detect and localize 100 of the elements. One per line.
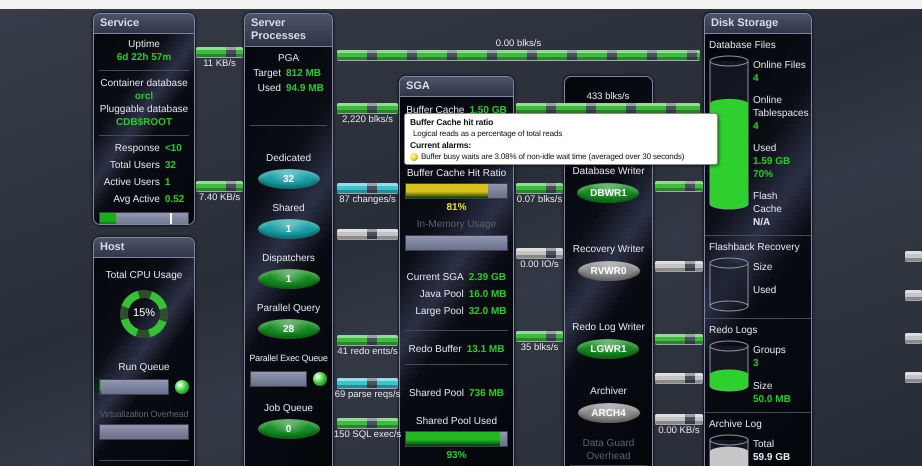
process-label: Archiver xyxy=(590,385,627,398)
process-label: Shared xyxy=(272,202,305,215)
run-queue-label: Run Queue xyxy=(118,361,170,374)
cpu-label: Total CPU Usage xyxy=(106,269,182,282)
process-label: Parallel Exec Queue xyxy=(249,352,328,365)
buffer-cache-label: Buffer Cache xyxy=(406,104,464,117)
flow-rate-label: 0.00 blks/s xyxy=(496,38,542,50)
pga-stat-label: Used xyxy=(256,82,281,95)
panel-title: SGA xyxy=(400,77,513,97)
storage-stat-label: Flash Cache xyxy=(753,190,783,216)
process-label: Dedicated xyxy=(266,152,312,165)
usage-bar xyxy=(250,371,307,387)
pool-value: 2.39 GB xyxy=(468,271,507,284)
flow-rate-label: 0.00 IO/s xyxy=(520,259,559,271)
stat-value: 0.52 xyxy=(164,193,184,206)
pool-value: 32.0 MB xyxy=(468,305,507,318)
process-count-indicator: 0 xyxy=(258,419,320,439)
uptime-label: Uptime xyxy=(128,38,160,51)
cpu-usage-value: 15% xyxy=(132,307,156,319)
process-count-indicator: 32 xyxy=(258,169,320,189)
redo-buffer-label: Redo Buffer xyxy=(408,343,462,356)
flow-rate-label: 11 KB/s xyxy=(203,58,236,70)
cpu-gauge-drawing xyxy=(118,288,170,340)
flow-rate-label: 87 changes/s xyxy=(339,194,396,206)
process-label: Job Queue xyxy=(264,402,313,415)
process-count-indicator: 1 xyxy=(258,219,320,239)
process-count-indicator: 28 xyxy=(258,319,320,339)
storage-stat-value: 4 xyxy=(753,72,760,85)
shared-pool-used-value: 93% xyxy=(446,449,466,462)
storage-section-title: Flashback Recovery xyxy=(709,241,801,254)
pool-label: Current SGA xyxy=(406,271,464,284)
panel-title: Disk Storage xyxy=(705,14,811,34)
storage-stat-label: Used xyxy=(753,142,778,155)
storage-stat-value: N/A xyxy=(753,216,772,229)
stat-value: <10 xyxy=(164,142,183,155)
pga-stat-label: Target xyxy=(253,67,281,80)
storage-stat-label: Online Files xyxy=(753,59,807,72)
status-light-icon xyxy=(313,372,327,386)
pluggable-label: Pluggable database xyxy=(100,103,188,116)
storage-stat-label: Size xyxy=(753,380,774,393)
pga-stat-value: 94.9 MB xyxy=(286,82,324,95)
hit-ratio-label: Buffer Cache Hit Ratio xyxy=(406,167,506,180)
pga-stat-value: 812 MB xyxy=(286,67,322,80)
stat-label: Total Users xyxy=(108,159,160,172)
pluggable-value: CDB$ROOT xyxy=(116,116,172,129)
stat-value: 32 xyxy=(164,159,177,172)
process-label: Database Writer xyxy=(572,165,645,178)
storage-stat-label: Groups xyxy=(753,344,787,357)
storage-stat-label: Online Tablespaces xyxy=(753,94,809,120)
pool-label: Java Pool xyxy=(418,288,464,301)
tooltip-alarms-heading: Current alarms: xyxy=(410,140,472,150)
storage-stat-label: Total xyxy=(753,438,776,451)
flow-rate-label: 0.00 KB/s xyxy=(658,425,700,437)
process-label: Parallel Query xyxy=(256,302,320,315)
hit-ratio-value: 81% xyxy=(446,201,466,214)
panel-title: Server Processes xyxy=(245,14,332,47)
storage-stat-value: 70% xyxy=(753,168,774,181)
in-memory-label: In-Memory Usage xyxy=(416,218,496,231)
virtualization-label: Virtualization Overhead xyxy=(100,408,188,421)
flow-rate-label: 0.07 blks/s xyxy=(516,194,562,206)
pga-label: PGA xyxy=(278,52,300,65)
flow-rate-label: 41 redo ents/s xyxy=(337,346,398,358)
storage-stat-value: 50.0 MB xyxy=(753,393,791,406)
storage-section-title: Redo Logs xyxy=(709,324,758,337)
process-count-indicator: DBWR1 xyxy=(577,183,640,203)
storage-stat-value: 59.9 GB xyxy=(753,451,790,464)
storage-stat-label: Size xyxy=(753,261,774,274)
data-guard-label: Data Guard Overhead xyxy=(582,437,636,463)
stat-label: Response xyxy=(114,142,160,155)
stat-label: Active Users xyxy=(104,176,160,189)
process-label: Redo Log Writer xyxy=(572,321,645,334)
panel-title: Service xyxy=(94,14,194,34)
process-label: Dispatchers xyxy=(262,252,315,265)
alarm-message: Buffer busy waits are 3.08% of non-idle wait time (averaged over 30 seconds) xyxy=(421,152,684,161)
stat-label: Avg Active xyxy=(112,193,160,206)
process-label: Recovery Writer xyxy=(572,243,644,256)
process-count-indicator: LGWR1 xyxy=(577,339,640,359)
process-count-indicator: 1 xyxy=(258,269,320,289)
tooltip-description: Logical reads as a percentage of total reads xyxy=(412,129,564,138)
process-count-indicator: ARCH4 xyxy=(578,403,640,423)
flow-rate-label: 433 blks/s xyxy=(586,91,630,103)
flow-rate-label: 35 blks/s xyxy=(520,342,558,354)
shared-pool-value: 736 MB xyxy=(469,387,504,400)
storage-stat-value: 3 xyxy=(753,357,760,370)
flow-rate-label: 7.40 KB/s xyxy=(198,192,240,204)
tooltip-title: Buffer Cache hit ratio xyxy=(410,117,494,127)
pool-label: Large Pool xyxy=(414,305,464,318)
shared-pool-label: Shared Pool xyxy=(408,387,464,400)
cylinder-outline xyxy=(710,258,748,312)
redo-buffer-value: 13.1 MB xyxy=(466,343,504,356)
flow-rate-label: 69 parse reqs/s xyxy=(334,389,400,401)
status-light-icon xyxy=(175,380,189,394)
flow-rate-label: 2,220 blks/s xyxy=(342,114,393,126)
panel-title: Host xyxy=(94,238,194,258)
storage-stat-label: Used xyxy=(753,284,776,297)
container-value: orcl xyxy=(134,90,154,103)
uptime-value: 6d 22h 57m xyxy=(116,51,172,64)
storage-stat-value: 4 xyxy=(753,120,760,133)
storage-section-title: Database Files xyxy=(709,39,777,52)
pool-value: 16.0 MB xyxy=(468,288,507,301)
